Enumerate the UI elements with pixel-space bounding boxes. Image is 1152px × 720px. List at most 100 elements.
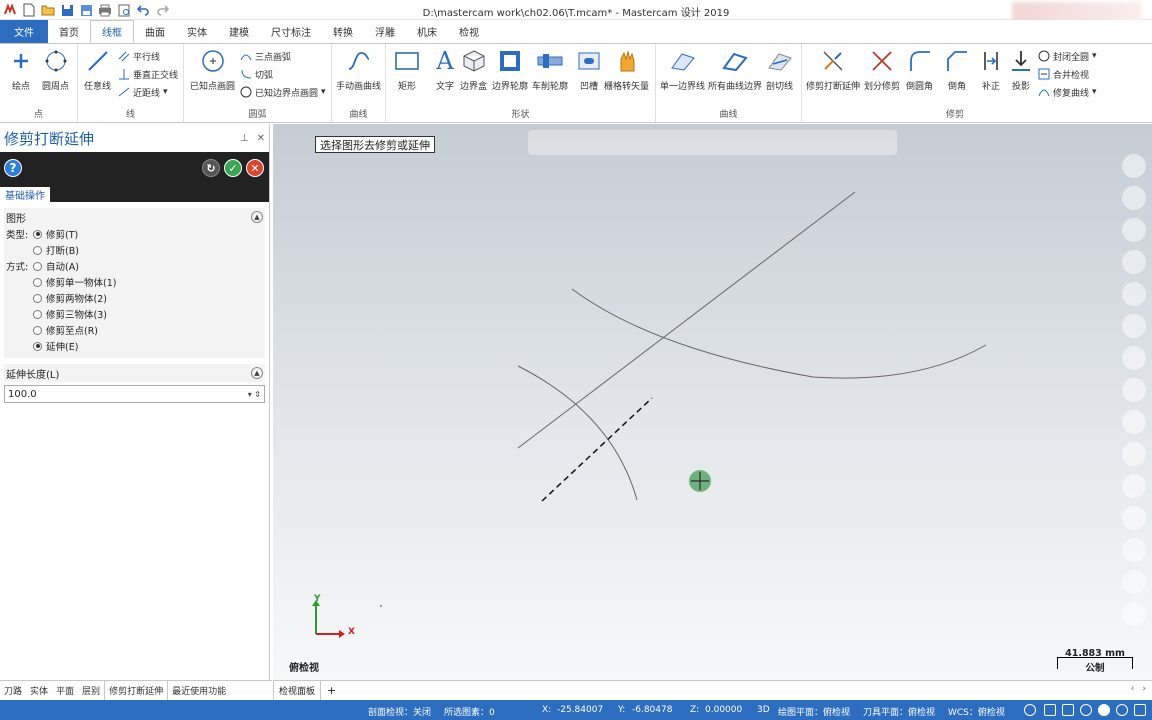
extend-length-input[interactable]: 100.0 ▾ ⇕: [4, 385, 265, 403]
print-icon[interactable]: [97, 2, 113, 18]
tab-trim-panel[interactable]: 修剪打断延伸: [104, 680, 169, 701]
method-option-trim-to-point[interactable]: 修剪至点(R): [4, 322, 265, 338]
open-folder-icon[interactable]: [40, 2, 56, 18]
print-preview-icon[interactable]: [116, 2, 132, 18]
wireframe-display-icon[interactable]: [1044, 704, 1056, 716]
turn-profile-button[interactable]: 车削轮廓: [532, 48, 568, 92]
project-button[interactable]: 投影: [1008, 48, 1034, 92]
pin-icon[interactable]: ⊥: [240, 133, 249, 144]
manual-spline-button[interactable]: 手动画曲线: [336, 48, 381, 92]
add-viewsheet-button[interactable]: +: [321, 684, 342, 697]
close-icon[interactable]: ✕: [257, 133, 265, 144]
globe-icon[interactable]: [1024, 704, 1036, 716]
undo-icon[interactable]: [135, 2, 151, 18]
tab-wireframe[interactable]: 线框: [90, 20, 134, 43]
tab-toolpaths[interactable]: 刀路: [0, 681, 26, 701]
radio-trim-2[interactable]: [33, 293, 42, 303]
tab-planes[interactable]: 平面: [52, 681, 78, 701]
collapse-icon[interactable]: ▲: [251, 367, 263, 379]
letters-button[interactable]: A 文字: [432, 47, 458, 92]
dropdown-arrow-icon[interactable]: ▾: [248, 390, 252, 399]
line-tool-icon[interactable]: [1122, 186, 1146, 210]
tab-transform[interactable]: 转换: [322, 20, 364, 43]
radio-trim[interactable]: [33, 229, 42, 239]
line-parallel-button[interactable]: 平行线: [118, 48, 160, 64]
tab-solids[interactable]: 实体: [176, 20, 218, 43]
grid-tool-icon[interactable]: [1122, 442, 1146, 466]
arc-tangent-button[interactable]: 切弧: [240, 66, 273, 82]
slot-button[interactable]: 凹槽: [576, 48, 602, 92]
method-option-trim-3[interactable]: 修剪三物体(3): [4, 306, 265, 322]
graphics-window[interactable]: 选择图形去修剪或延伸 Y X 俯检视 41.883 mm 公制: [273, 124, 1152, 680]
method-option-trim-1[interactable]: 修剪单一物体(1): [4, 274, 265, 290]
edges-display-icon[interactable]: [1134, 704, 1146, 716]
line-closest-button[interactable]: 近距线 ▾: [118, 84, 168, 100]
help-icon[interactable]: ?: [4, 159, 22, 177]
rectangle-button[interactable]: 矩形: [394, 48, 420, 92]
close-arc-button[interactable]: 封闭全圆 ▾: [1038, 48, 1097, 64]
all-edges-curve-button[interactable]: 所有曲线边界: [708, 48, 762, 92]
chevron-left-icon[interactable]: ‹: [1131, 684, 1135, 694]
cancel-x-icon[interactable]: ✕: [246, 159, 264, 177]
radio-auto[interactable]: [33, 261, 42, 271]
geometry-arc-large[interactable]: [571, 288, 987, 379]
delete-tool-icon[interactable]: [1122, 282, 1146, 306]
tab-drafting[interactable]: 尺寸标注: [260, 20, 322, 43]
material-display-icon[interactable]: [1098, 704, 1110, 716]
block-tool-icon[interactable]: [1122, 602, 1146, 626]
method-option-auto[interactable]: 方式: 自动(A): [4, 258, 265, 274]
redo-icon[interactable]: [154, 2, 170, 18]
save-as-icon[interactable]: [78, 2, 94, 18]
line-perpendicular-button[interactable]: 垂直正交线: [118, 66, 178, 82]
tab-viewsheet-main[interactable]: 检视面板: [273, 680, 322, 701]
section-view-status[interactable]: 剖面检视：关闭: [368, 705, 431, 718]
arc-3-points-button[interactable]: 三点画弧: [240, 48, 291, 64]
radio-trim-1[interactable]: [33, 277, 42, 287]
offset-button[interactable]: 补正: [978, 48, 1004, 92]
tab-machine[interactable]: 机床: [406, 20, 448, 43]
modify-spline-button[interactable]: 修复曲线 ▾: [1038, 84, 1097, 100]
trim-break-extend-button[interactable]: 修剪打断延伸: [806, 48, 860, 92]
geometry-canvas[interactable]: [273, 124, 1152, 680]
geometry-arc-small[interactable]: [517, 365, 638, 501]
join-entities-button[interactable]: 合并检视: [1038, 66, 1089, 82]
translucency-icon[interactable]: [1116, 704, 1128, 716]
point-position-button[interactable]: 绘点: [8, 48, 34, 92]
bolt-circle-button[interactable]: 圆周点: [42, 48, 69, 92]
mode-3d-toggle[interactable]: 3D: [757, 705, 770, 715]
tab-basic-operations[interactable]: 基础操作: [0, 187, 50, 202]
bounding-box-button[interactable]: 边界盒: [460, 48, 487, 92]
type-option-trim[interactable]: 类型: 修剪(T): [4, 226, 265, 242]
circle-tool-icon[interactable]: [1122, 218, 1146, 242]
fillet-button[interactable]: 倒圆角: [906, 48, 933, 92]
ok-check-icon[interactable]: ✓: [224, 159, 242, 177]
tab-relief[interactable]: 浮雕: [364, 20, 406, 43]
edit-tool-icon[interactable]: [1122, 346, 1146, 370]
tab-recent-functions[interactable]: 最近使用功能: [168, 681, 230, 701]
line-endpoints-button[interactable]: 任意线: [84, 48, 111, 92]
tool-plane-status[interactable]: 刀具平面：俯检视: [863, 705, 935, 718]
tab-model-prep[interactable]: 建模: [218, 20, 260, 43]
zoom-in-icon[interactable]: [1122, 154, 1146, 178]
geometry-line[interactable]: [517, 191, 856, 449]
shaded-display-icon[interactable]: [1062, 704, 1074, 716]
z-coordinate[interactable]: 0.00000: [705, 705, 742, 715]
tab-home[interactable]: 首页: [48, 20, 90, 43]
radio-break[interactable]: [33, 245, 42, 255]
section-curve-button[interactable]: 剖切线: [766, 48, 793, 92]
divide-trim-button[interactable]: 划分修剪: [864, 48, 900, 92]
layers-tool-icon[interactable]: [1122, 538, 1146, 562]
measure-tool-icon[interactable]: [1122, 506, 1146, 530]
spinner-icon[interactable]: ⇕: [254, 390, 261, 399]
tab-solids-manager[interactable]: 实体: [26, 681, 52, 701]
collapse-icon[interactable]: ▲: [251, 211, 263, 223]
radio-trim-to-point[interactable]: [33, 325, 42, 335]
shade-tool-icon[interactable]: [1122, 378, 1146, 402]
copy-tool-icon[interactable]: [1122, 410, 1146, 434]
tab-surfaces[interactable]: 曲面: [134, 20, 176, 43]
raster-to-vector-button[interactable]: 栅格转矢量: [604, 48, 649, 92]
circle-edge-point-button[interactable]: 已知边界点画圆 ▾: [240, 84, 326, 100]
type-option-break[interactable]: 打断(B): [4, 242, 265, 258]
apply-icon[interactable]: ↻: [202, 159, 220, 177]
single-edge-curve-button[interactable]: 单一边界线: [660, 48, 705, 92]
